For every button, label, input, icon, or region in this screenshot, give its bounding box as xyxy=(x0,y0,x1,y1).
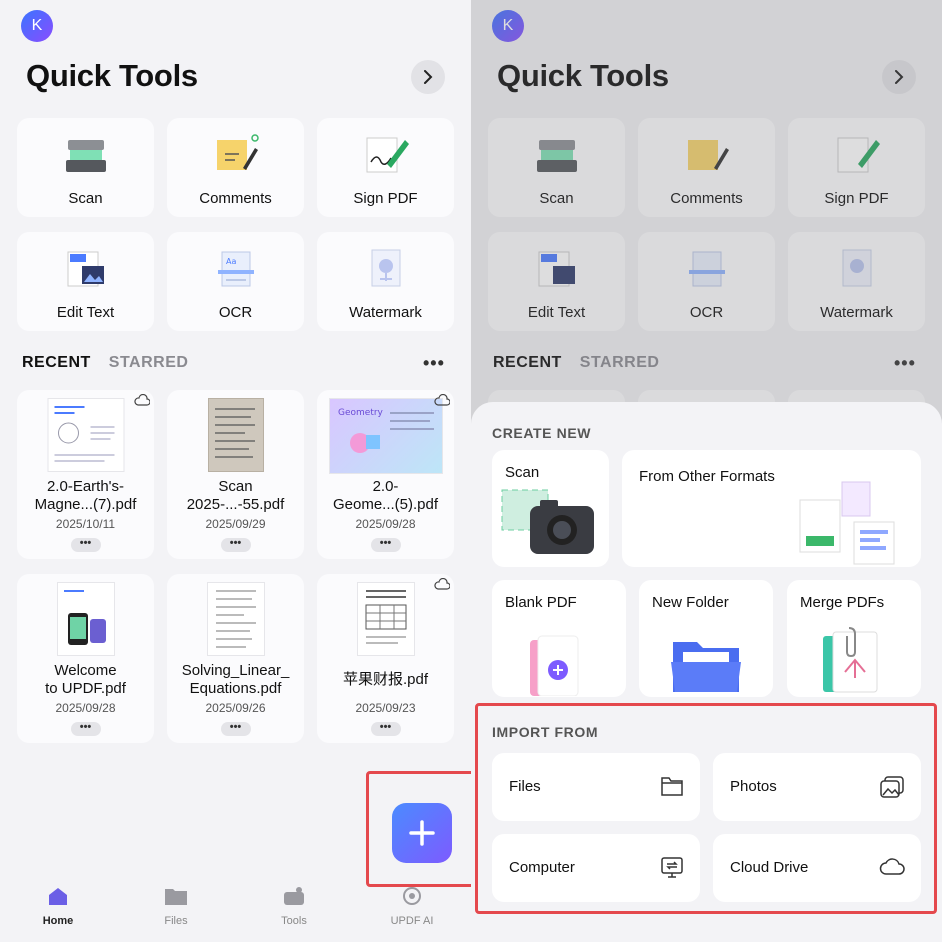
tool-label: Watermark xyxy=(349,304,422,321)
tab-starred[interactable]: STARRED xyxy=(109,354,189,372)
tool-label: Sign PDF xyxy=(353,190,418,207)
chevron-right-icon xyxy=(424,70,433,84)
nav-label: UPDF AI xyxy=(390,915,434,927)
file-more-button[interactable]: ••• xyxy=(370,538,401,552)
cloud-icon xyxy=(434,578,450,590)
create-new-heading: CREATE NEW xyxy=(492,425,592,441)
card-label: Blank PDF xyxy=(505,594,577,611)
file-card[interactable]: Welcome to UPDF.pdf 2025/09/28 ••• xyxy=(17,574,154,743)
file-name: Welcome to UPDF.pdf xyxy=(45,662,126,697)
file-date: 2025/09/28 xyxy=(355,517,416,531)
file-card[interactable]: Geometry 2.0- Geome...(5).pdf 2025/09/28 … xyxy=(317,390,454,559)
file-date: 2025/09/29 xyxy=(205,517,266,531)
formats-icon xyxy=(799,481,895,565)
file-more-button[interactable]: ••• xyxy=(70,722,101,736)
file-date: 2025/09/23 xyxy=(355,701,416,715)
file-name: Scan 2025-...-55.pdf xyxy=(186,478,285,513)
tool-sign-pdf[interactable]: Sign PDF xyxy=(317,118,454,217)
file-more-button[interactable]: ••• xyxy=(220,538,251,552)
nav-label: Files xyxy=(164,915,188,927)
nav-label: Tools xyxy=(281,915,307,927)
more-options-button[interactable]: ••• xyxy=(423,353,445,374)
file-card[interactable]: Solving_Linear_ Equations.pdf 2025/09/26 … xyxy=(167,574,304,743)
edit-text-icon xyxy=(67,251,104,287)
file-thumbnail xyxy=(206,582,265,656)
tool-label: Comments xyxy=(199,190,272,207)
file-card[interactable]: 苹果财报.pdf 2025/09/23 ••• xyxy=(317,574,454,743)
cloud-icon xyxy=(134,394,150,406)
tab-recent[interactable]: RECENT xyxy=(22,354,91,372)
plus-icon xyxy=(409,820,435,846)
svg-text:Geometry: Geometry xyxy=(338,408,384,418)
file-name: 2.0- Geome...(5).pdf xyxy=(332,478,439,513)
card-label: New Folder xyxy=(652,594,729,611)
avatar[interactable]: K xyxy=(21,10,53,42)
tools-icon xyxy=(284,887,304,905)
file-name: 苹果财报.pdf xyxy=(342,671,429,688)
nav-updf-ai[interactable]: UPDF AI xyxy=(372,886,452,927)
tool-scan[interactable]: Scan xyxy=(17,118,154,217)
svg-text:Aa: Aa xyxy=(226,257,236,266)
create-blank-pdf-card[interactable]: Blank PDF xyxy=(492,580,626,697)
file-thumbnail xyxy=(207,398,264,472)
tool-label: Scan xyxy=(68,190,103,207)
card-label: Merge PDFs xyxy=(800,594,885,611)
create-scan-card[interactable]: Scan xyxy=(492,450,609,567)
nav-label: Home xyxy=(42,915,74,927)
quick-tools-more-button[interactable] xyxy=(411,60,445,94)
file-more-button[interactable]: ••• xyxy=(370,722,401,736)
cloud-icon xyxy=(434,394,450,406)
camera-icon xyxy=(501,489,594,554)
file-date: 2025/10/11 xyxy=(55,517,116,531)
file-card[interactable]: 2.0-Earth's- Magne...(7).pdf 2025/10/11 •… xyxy=(17,390,154,559)
add-button[interactable] xyxy=(392,803,452,863)
sticky-note-icon xyxy=(216,134,259,170)
create-new-folder-card[interactable]: New Folder xyxy=(639,580,773,697)
tool-label: Edit Text xyxy=(56,304,115,321)
card-label: From Other Formats xyxy=(639,468,775,485)
highlight-frame xyxy=(475,703,937,914)
file-date: 2025/09/28 xyxy=(55,701,116,715)
file-more-button[interactable]: ••• xyxy=(220,722,251,736)
file-date: 2025/09/26 xyxy=(205,701,266,715)
merge-icon xyxy=(823,627,878,693)
file-thumbnail xyxy=(56,582,115,656)
tool-ocr[interactable]: Aa OCR xyxy=(167,232,304,331)
file-thumbnail xyxy=(356,582,415,656)
blank-pdf-icon xyxy=(530,635,579,696)
nav-home[interactable]: Home xyxy=(18,886,98,927)
tool-watermark[interactable]: Watermark xyxy=(317,232,454,331)
nav-tools[interactable]: Tools xyxy=(254,886,334,927)
card-label: Scan xyxy=(505,464,540,481)
watermark-icon xyxy=(371,249,400,287)
tool-edit-text[interactable]: Edit Text xyxy=(17,232,154,331)
signature-icon xyxy=(366,137,409,173)
bottom-nav: Home Files Tools UPDF AI xyxy=(0,880,471,942)
home-screen: K Quick Tools Scan Comments Sign PDF Edi… xyxy=(0,0,471,942)
tool-comments[interactable]: Comments xyxy=(167,118,304,217)
create-from-formats-card[interactable]: From Other Formats xyxy=(622,450,921,567)
ocr-icon: Aa xyxy=(217,251,254,287)
file-name: 2.0-Earth's- Magne...(7).pdf xyxy=(34,478,137,513)
ai-icon xyxy=(403,887,421,905)
file-name: Solving_Linear_ Equations.pdf xyxy=(181,662,290,697)
scanner-icon xyxy=(65,140,106,172)
new-folder-icon xyxy=(671,642,741,692)
file-thumbnail xyxy=(47,398,124,472)
nav-files[interactable]: Files xyxy=(136,886,216,927)
file-more-button[interactable]: ••• xyxy=(70,538,101,552)
home-icon xyxy=(49,888,67,905)
page-title: Quick Tools xyxy=(26,58,198,93)
folder-icon xyxy=(165,889,187,905)
file-card[interactable]: Scan 2025-...-55.pdf 2025/09/29 ••• xyxy=(167,390,304,559)
file-thumbnail: Geometry xyxy=(328,398,443,474)
file-tabs: RECENT STARRED xyxy=(22,354,188,372)
tool-label: OCR xyxy=(218,304,253,321)
merge-pdfs-card[interactable]: Merge PDFs xyxy=(787,580,921,697)
